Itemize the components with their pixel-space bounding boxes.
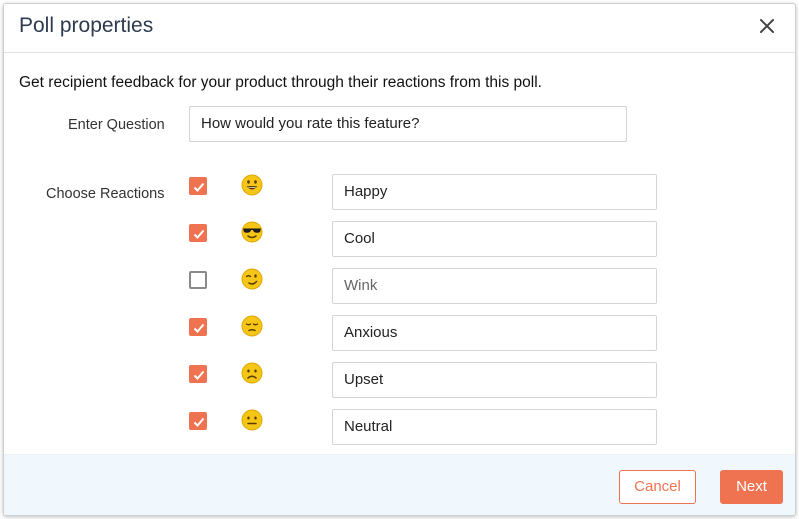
frowning-face-icon [241, 362, 263, 384]
reaction-input-wink[interactable]: Wink [332, 268, 657, 304]
anxious-face-icon [241, 315, 263, 337]
reaction-input-upset[interactable]: Upset [332, 362, 657, 398]
neutral-face-icon [241, 409, 263, 431]
reaction-input-happy[interactable]: Happy [332, 174, 657, 210]
reaction-input-neutral[interactable]: Neutral [332, 409, 657, 445]
intro-text: Get recipient feedback for your product … [19, 74, 542, 91]
dialog-title: Poll properties [19, 14, 154, 37]
next-button[interactable]: Next [720, 470, 783, 504]
reaction-checkbox-upset[interactable] [189, 365, 207, 383]
close-icon[interactable] [757, 16, 777, 36]
reaction-checkbox-cool[interactable] [189, 224, 207, 242]
dialog-header: Poll properties [4, 4, 795, 53]
reaction-input-cool[interactable]: Cool [332, 221, 657, 257]
reaction-checkbox-happy[interactable] [189, 177, 207, 195]
dialog-footer: Cancel Next [4, 454, 795, 515]
reaction-input-anxious[interactable]: Anxious [332, 315, 657, 351]
reaction-checkbox-wink[interactable] [189, 271, 207, 289]
cancel-button[interactable]: Cancel [619, 470, 696, 504]
reaction-checkbox-anxious[interactable] [189, 318, 207, 336]
grinning-face-icon [241, 174, 263, 196]
sunglasses-face-icon [241, 221, 263, 243]
reaction-checkbox-neutral[interactable] [189, 412, 207, 430]
question-label: Enter Question [68, 117, 165, 133]
question-input[interactable]: How would you rate this feature? [189, 106, 627, 142]
winking-face-icon [241, 268, 263, 290]
reactions-label: Choose Reactions [46, 186, 165, 202]
poll-properties-dialog: Poll properties Get recipient feedback f… [3, 3, 796, 516]
